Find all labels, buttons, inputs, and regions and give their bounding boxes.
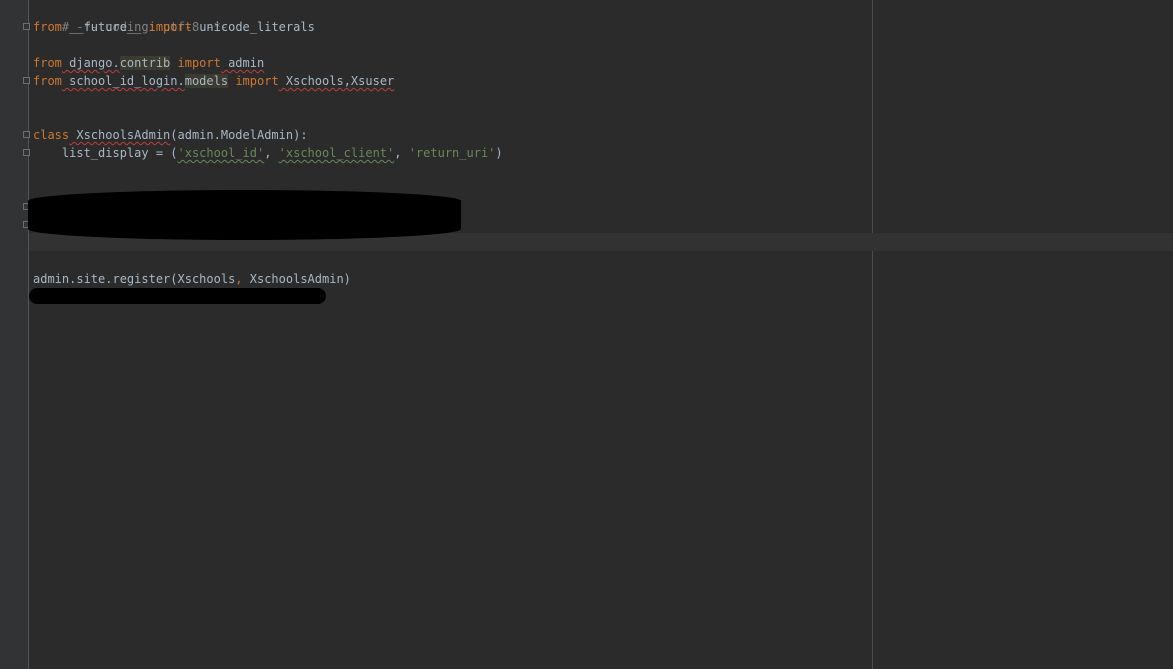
module-token: __future__ xyxy=(61,20,149,34)
code-line-5[interactable]: from school_id_login.models import Xscho… xyxy=(33,72,394,90)
fold-marker-icon[interactable] xyxy=(23,131,30,138)
keyword-token: from xyxy=(33,74,62,88)
code-line-9[interactable]: list_display = ('xschool_id', 'xschool_c… xyxy=(33,144,503,162)
keyword-token: import xyxy=(148,20,192,34)
name-token: unicode_literals xyxy=(191,20,315,34)
code-token: ) xyxy=(495,146,503,160)
fold-marker-icon[interactable] xyxy=(23,23,30,30)
string-token: 'xschool_client' xyxy=(278,146,395,160)
code-token: list_display = ( xyxy=(33,146,178,160)
code-token: , xyxy=(264,146,279,160)
string-token: 'xschool_id' xyxy=(177,146,265,160)
keyword-token: class xyxy=(33,128,70,142)
keyword-token: from xyxy=(33,20,62,34)
name-token: Xschools,Xsuser xyxy=(278,74,395,88)
keyword-token: import xyxy=(228,74,279,88)
code-token: (admin.ModelAdmin): xyxy=(170,128,308,142)
redaction-block xyxy=(28,190,461,240)
code-editor[interactable]: # -*- coding: utf-8 -*- from __future__ … xyxy=(0,0,1173,669)
keyword-token: from xyxy=(33,56,62,70)
code-line-2[interactable]: from __future__ import unicode_literals xyxy=(33,18,315,36)
line-gutter[interactable] xyxy=(0,0,29,669)
keyword-token: import xyxy=(170,56,221,70)
redaction-block xyxy=(29,288,326,304)
comma-token: , xyxy=(235,272,243,286)
code-line-4[interactable]: from django.contrib import admin xyxy=(33,54,264,72)
code-line-16[interactable]: admin.site.register(Xschools, XschoolsAd… xyxy=(33,270,351,288)
module-token-highlighted: models xyxy=(184,74,229,88)
module-token-highlighted: contrib xyxy=(119,56,171,70)
code-line-8[interactable]: class XschoolsAdmin(admin.ModelAdmin): xyxy=(33,126,308,144)
module-token: django. xyxy=(61,56,120,70)
module-token: school_id_login. xyxy=(61,74,185,88)
class-name-token: XschoolsAdmin xyxy=(69,128,171,142)
name-token: admin xyxy=(220,56,265,70)
code-line-1[interactable]: # -*- coding: utf-8 -*- xyxy=(33,0,228,34)
fold-marker-icon[interactable] xyxy=(23,77,30,84)
right-margin-guide xyxy=(872,0,873,669)
code-token: admin.site.register(Xschools xyxy=(33,272,236,286)
fold-marker-icon[interactable] xyxy=(23,149,30,156)
string-token: 'return_uri' xyxy=(408,146,496,160)
code-token: , xyxy=(394,146,409,160)
code-token: XschoolsAdmin) xyxy=(242,272,351,286)
